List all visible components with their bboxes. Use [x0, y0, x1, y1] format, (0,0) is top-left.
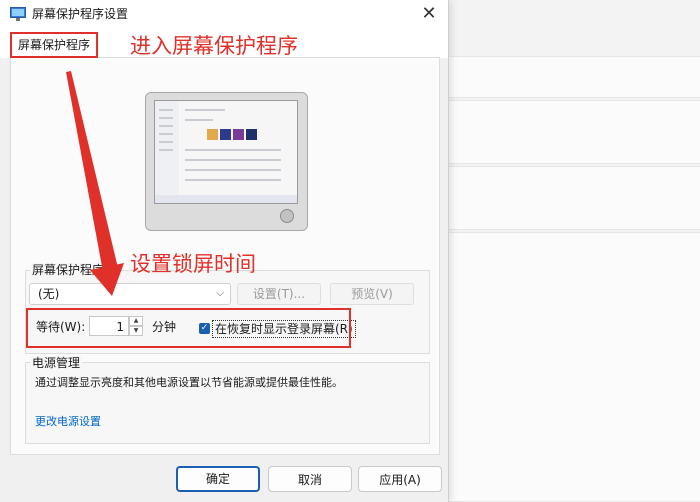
preview-thumbnail	[207, 129, 218, 140]
tab-screensaver[interactable]: 屏幕保护程序	[10, 32, 99, 58]
title-bar: 屏幕保护程序设置 ✕	[0, 0, 448, 28]
background-window	[448, 0, 700, 502]
background-card	[448, 100, 700, 164]
chevron-down-icon: ⌵	[216, 288, 224, 299]
power-management-group	[25, 362, 430, 444]
preview-line	[185, 149, 281, 151]
cancel-button[interactable]: 取消	[268, 466, 352, 492]
screensaver-select[interactable]: (无) ⌵	[29, 283, 231, 305]
change-power-settings-link[interactable]: 更改电源设置	[35, 415, 101, 429]
screensaver-app-icon	[10, 7, 26, 21]
annotation-enter-screensaver: 进入屏幕保护程序	[130, 34, 298, 58]
preview-line	[159, 133, 173, 135]
screensaver-group-label: 屏幕保护程序(	[30, 263, 111, 277]
preview-line	[159, 125, 173, 127]
preview-thumbnail	[220, 129, 231, 140]
preview-line	[159, 149, 173, 151]
preview-line	[185, 109, 225, 111]
preview-thumbnail	[246, 129, 257, 140]
preview-line	[159, 109, 173, 111]
monitor-power-knob	[280, 209, 294, 223]
monitor-preview	[145, 92, 308, 231]
background-card	[448, 166, 700, 230]
background-card	[448, 56, 700, 98]
preview-thumbnail	[233, 129, 244, 140]
apply-button[interactable]: 应用(A)	[358, 466, 442, 492]
power-description: 通过调整显示亮度和其他电源设置以节省能源或提供最佳性能。	[35, 376, 343, 389]
preview-taskbar	[155, 195, 297, 203]
preview-line	[159, 141, 173, 143]
close-icon[interactable]: ✕	[418, 3, 440, 25]
background-card	[448, 232, 700, 502]
preview-line	[159, 117, 173, 119]
settings-button[interactable]: 设置(T)...	[237, 283, 321, 305]
preview-button[interactable]: 预览(V)	[330, 283, 414, 305]
screensaver-settings-dialog: 屏幕保护程序设置 ✕ 屏幕保护程序 屏幕保护程序((无) ⌵ 设置(T)...…	[0, 0, 449, 502]
window-title: 屏幕保护程序设置	[32, 7, 129, 21]
preview-line	[185, 159, 281, 161]
power-management-label: 电源管理	[30, 356, 83, 370]
ok-button[interactable]: 确定	[176, 466, 260, 492]
annotation-highlight-box	[26, 308, 351, 348]
preview-line	[185, 169, 281, 171]
screensaver-select-value: (无)	[38, 287, 60, 301]
preview-line	[185, 119, 213, 121]
annotation-set-lock-time: 设置锁屏时间	[130, 252, 256, 276]
preview-line	[185, 179, 281, 181]
monitor-screen	[154, 100, 298, 204]
